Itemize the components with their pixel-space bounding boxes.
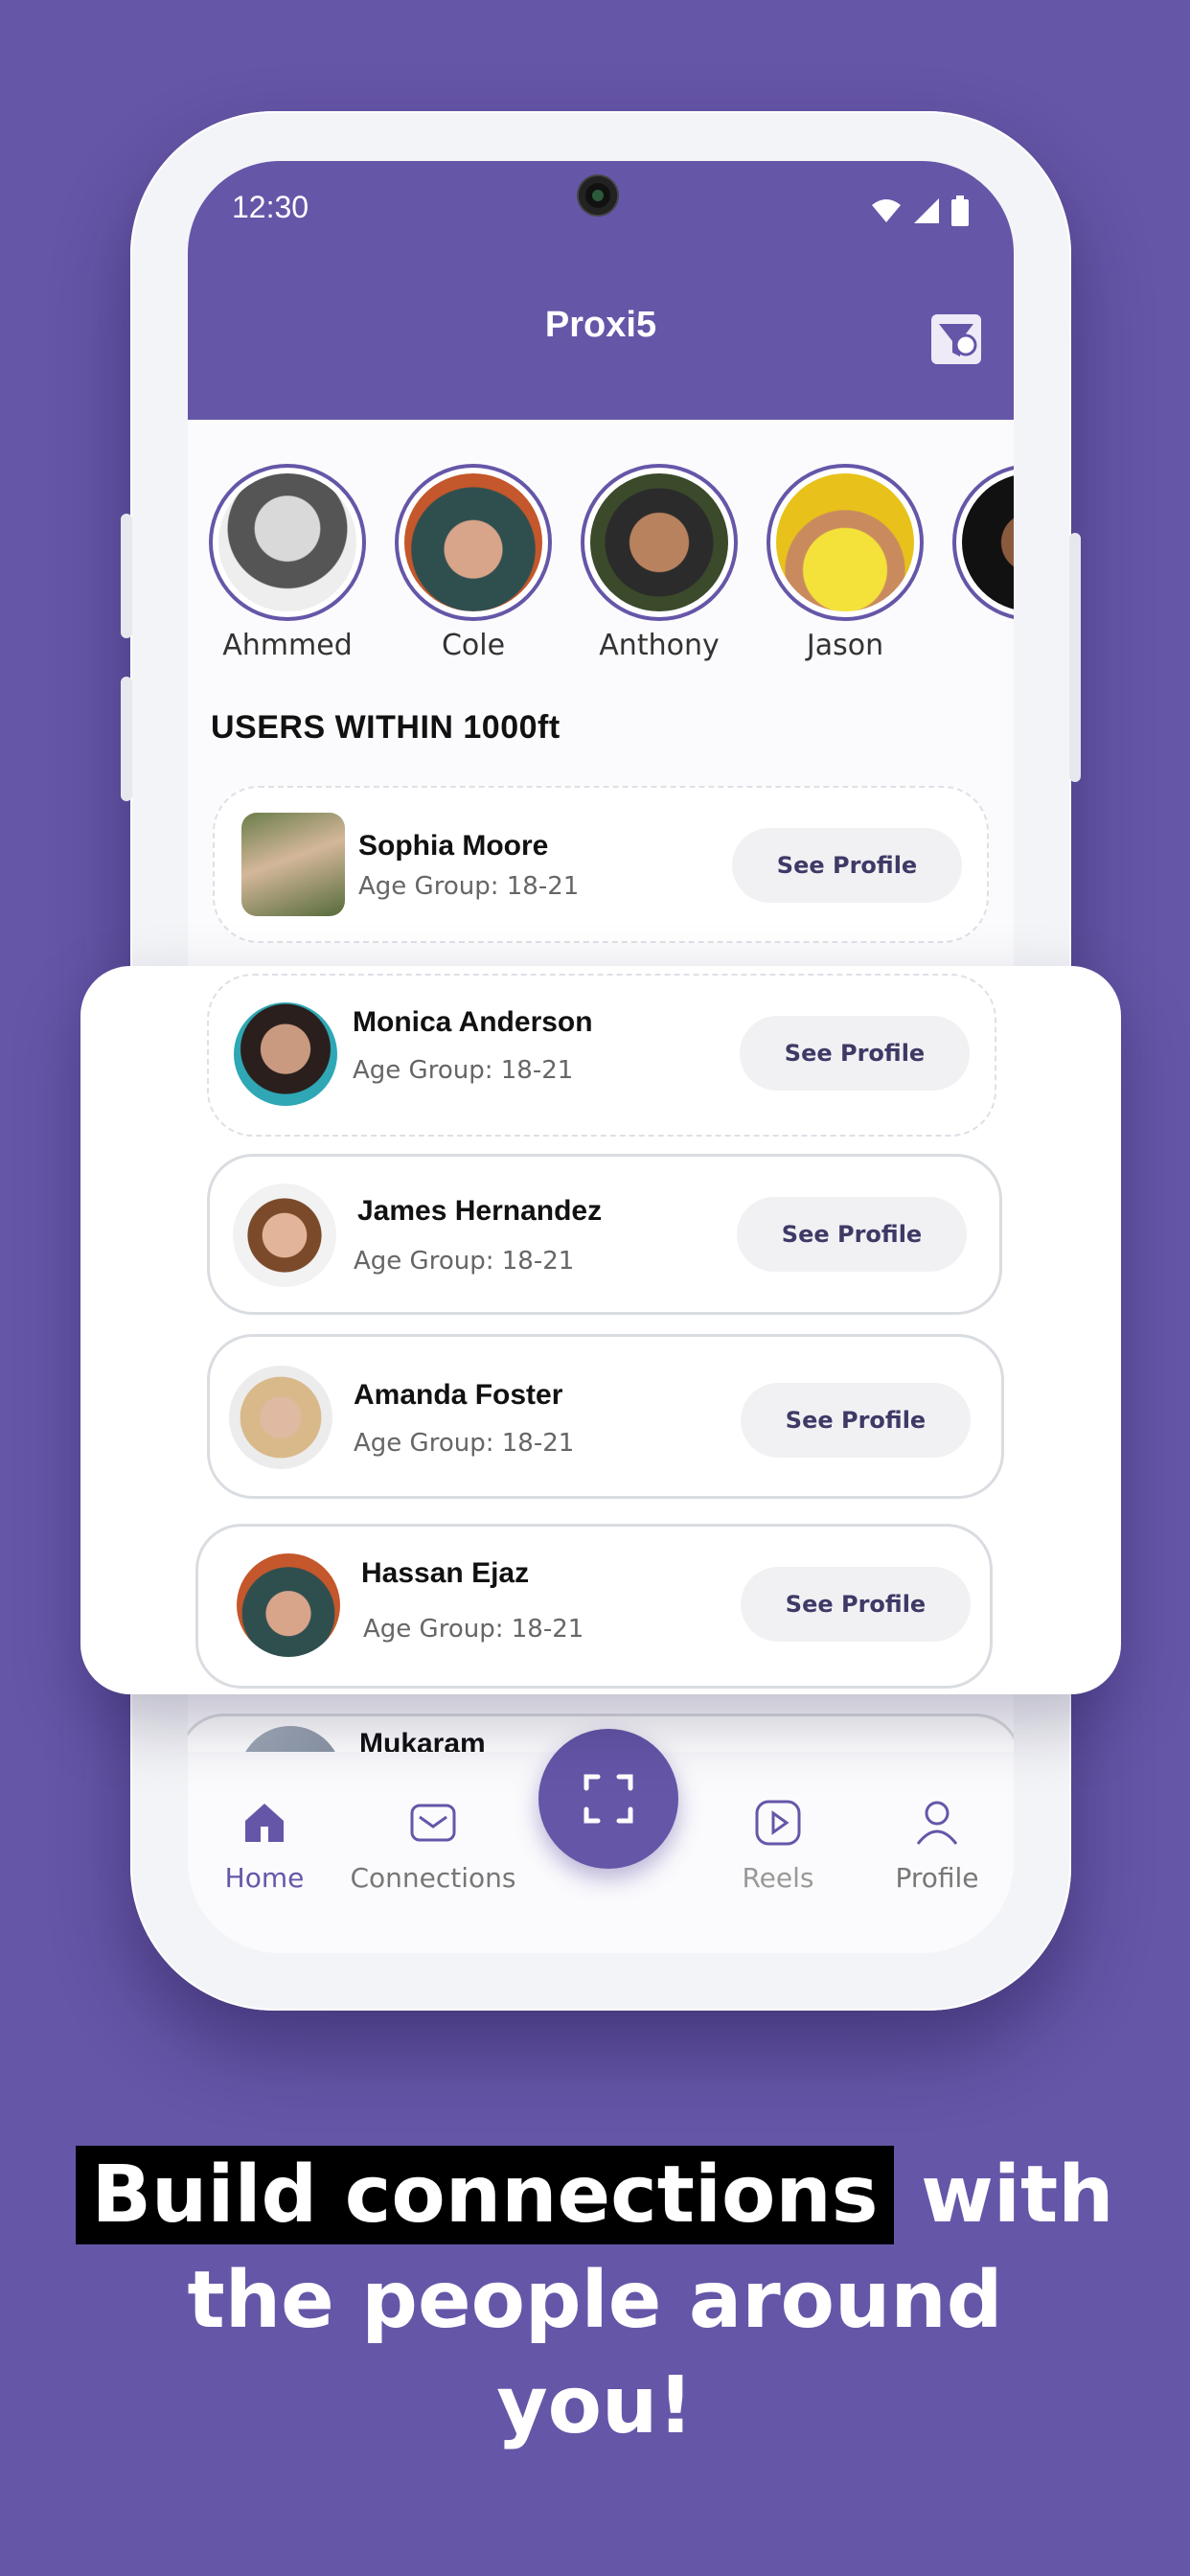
nav-home-label: Home (224, 1862, 305, 1894)
play-icon (755, 1800, 801, 1846)
tagline-line-1-rest: with (893, 2150, 1114, 2241)
user-name: Monica Anderson (353, 1006, 593, 1038)
tagline-highlight: Build connections (76, 2146, 894, 2244)
story-name: Ahmmed (222, 629, 353, 662)
user-card[interactable]: Hassan Ejaz Age Group: 18-21 See Profile (195, 1524, 993, 1689)
user-name: James Hernandez (357, 1195, 603, 1227)
story-avatar (767, 464, 924, 621)
wifi-icon (872, 199, 901, 222)
user-icon (916, 1801, 958, 1845)
status-icons (870, 192, 970, 230)
stories-row: Ahmmed Cole Anthony Jason A (209, 464, 1014, 665)
user-avatar (229, 1366, 332, 1469)
story-item[interactable]: Cole (395, 464, 552, 662)
see-profile-button[interactable]: See Profile (732, 828, 962, 903)
nav-profile[interactable]: Profile (841, 1798, 1014, 1894)
user-name: Sophia Moore (358, 830, 549, 862)
see-profile-button[interactable]: See Profile (741, 1567, 971, 1642)
story-avatar (581, 464, 738, 621)
filter-icon[interactable] (931, 314, 981, 364)
story-avatar (395, 464, 552, 621)
user-card[interactable]: James Hernandez Age Group: 18-21 See Pro… (207, 1154, 1002, 1315)
nav-profile-label: Profile (895, 1862, 979, 1894)
story-name: Jason (806, 629, 884, 662)
see-profile-button[interactable]: See Profile (737, 1197, 967, 1272)
tagline-line-1: Build connections with (0, 2143, 1190, 2248)
story-item[interactable]: Ahmmed (209, 464, 366, 662)
status-time: 12:30 (232, 190, 309, 224)
story-avatar (209, 464, 366, 621)
app-title: Proxi5 (544, 305, 657, 345)
nav-connections[interactable]: Connections (337, 1798, 529, 1894)
user-name: Amanda Foster (354, 1379, 563, 1411)
story-name: Cole (441, 629, 506, 662)
story-item[interactable]: A (952, 464, 1014, 662)
nav-connections-label: Connections (350, 1862, 516, 1894)
scan-icon (584, 1774, 633, 1824)
tagline-line-2: the people around (187, 2255, 1003, 2346)
phone-power-button (1069, 533, 1081, 782)
highlight-panel: Monica Anderson Age Group: 18-21 See Pro… (80, 966, 1121, 1694)
story-avatar (952, 464, 1014, 621)
story-item[interactable]: Anthony (581, 464, 738, 662)
home-icon (245, 1804, 284, 1842)
marketing-tagline: Build connections with the people around… (0, 2143, 1190, 2459)
signal-icon (914, 198, 939, 223)
story-name: A (952, 629, 1014, 662)
user-age: Age Group: 18-21 (363, 1615, 584, 1644)
front-camera (579, 176, 617, 215)
user-age: Age Group: 18-21 (358, 872, 580, 901)
user-avatar (241, 813, 345, 916)
user-age: Age Group: 18-21 (354, 1429, 575, 1458)
scan-button[interactable] (538, 1729, 678, 1869)
see-profile-button[interactable]: See Profile (740, 1016, 970, 1091)
user-card[interactable]: Monica Anderson Age Group: 18-21 See Pro… (207, 974, 996, 1137)
user-card[interactable]: Amanda Foster Age Group: 18-21 See Profi… (207, 1334, 1004, 1499)
user-age: Age Group: 18-21 (353, 1056, 574, 1085)
user-avatar (237, 1553, 340, 1657)
user-avatar (234, 1002, 337, 1106)
user-avatar (233, 1184, 336, 1287)
mail-icon (410, 1804, 456, 1842)
story-name: Anthony (599, 629, 720, 662)
story-item[interactable]: Jason (767, 464, 924, 662)
battery-icon (951, 196, 969, 226)
see-profile-button[interactable]: See Profile (741, 1383, 971, 1458)
user-card[interactable]: Sophia Moore Age Group: 18-21 See Profil… (213, 786, 989, 943)
user-name: Hassan Ejaz (361, 1557, 530, 1589)
section-title: USERS WITHIN 1000ft (211, 709, 561, 746)
user-age: Age Group: 18-21 (354, 1247, 575, 1276)
nav-home[interactable]: Home (188, 1798, 360, 1894)
phone-side-button (121, 514, 132, 638)
tagline-line-3: you! (496, 2360, 694, 2451)
app-header: 12:30 Proxi5 (188, 161, 1014, 420)
phone-side-button (121, 677, 132, 801)
